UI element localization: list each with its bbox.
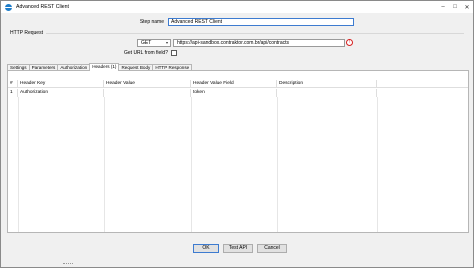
column-header-description[interactable]: Description [277, 80, 377, 88]
ok-button[interactable]: OK [193, 244, 219, 253]
column-header-index[interactable]: # [8, 80, 18, 88]
dialog-window: Advanced REST Client – □ ✕ Step name Adv… [0, 0, 474, 268]
column-header-value[interactable]: Header Value [104, 80, 191, 88]
test-api-button[interactable]: Test API [223, 244, 253, 253]
header-value-cell[interactable] [104, 89, 191, 97]
cancel-button[interactable]: Cancel [257, 244, 287, 253]
dialog-buttons: OK Test API Cancel [1, 244, 473, 254]
tab-headers[interactable]: Headers (1) [89, 63, 120, 71]
warning-icon: ! [346, 39, 353, 46]
column-divider [277, 97, 278, 232]
header-value-field-cell[interactable]: token [191, 89, 277, 97]
column-header-extra [377, 80, 468, 88]
description-cell[interactable] [277, 89, 377, 97]
table-header: # Header Key Header Value Header Value F… [8, 80, 468, 88]
headers-table: # Header Key Header Value Header Value F… [8, 71, 468, 232]
resize-grip[interactable] [63, 263, 73, 265]
headers-tab-panel: # Header Key Header Value Header Value F… [7, 70, 469, 233]
window-title: Advanced REST Client [16, 4, 69, 10]
step-name-input[interactable]: Advanced REST Client [168, 18, 354, 26]
column-divider [104, 97, 105, 232]
step-name-row: Step name Advanced REST Client [1, 18, 473, 27]
app-icon [5, 3, 12, 11]
header-key-cell[interactable]: Authorization [18, 89, 104, 97]
table-row[interactable]: 1 Authorization token [8, 89, 468, 97]
extra-cell [377, 89, 468, 97]
step-name-label: Step name [139, 19, 164, 25]
url-input[interactable]: https://api-sandbox.contraktor.com.br/ap… [173, 39, 345, 47]
column-divider [191, 97, 192, 232]
title-bar: Advanced REST Client – □ ✕ [1, 1, 473, 13]
group-divider [46, 33, 464, 34]
minimize-icon[interactable]: – [437, 2, 449, 12]
url-from-field-label: Get URL from field? [124, 50, 168, 56]
chevron-down-icon: ▾ [165, 40, 168, 45]
maximize-icon[interactable]: □ [449, 2, 461, 12]
column-divider [18, 97, 19, 232]
http-method-value: GET [141, 40, 152, 46]
column-divider [377, 97, 378, 232]
column-header-key[interactable]: Header Key [18, 80, 104, 88]
http-method-select[interactable]: GET ▾ [137, 39, 171, 47]
row-index-cell: 1 [8, 89, 18, 97]
column-header-value-field[interactable]: Header Value Field [191, 80, 277, 88]
close-icon[interactable]: ✕ [461, 2, 473, 12]
url-from-field-checkbox[interactable] [171, 50, 177, 56]
http-request-group-label: HTTP Request [10, 30, 43, 36]
